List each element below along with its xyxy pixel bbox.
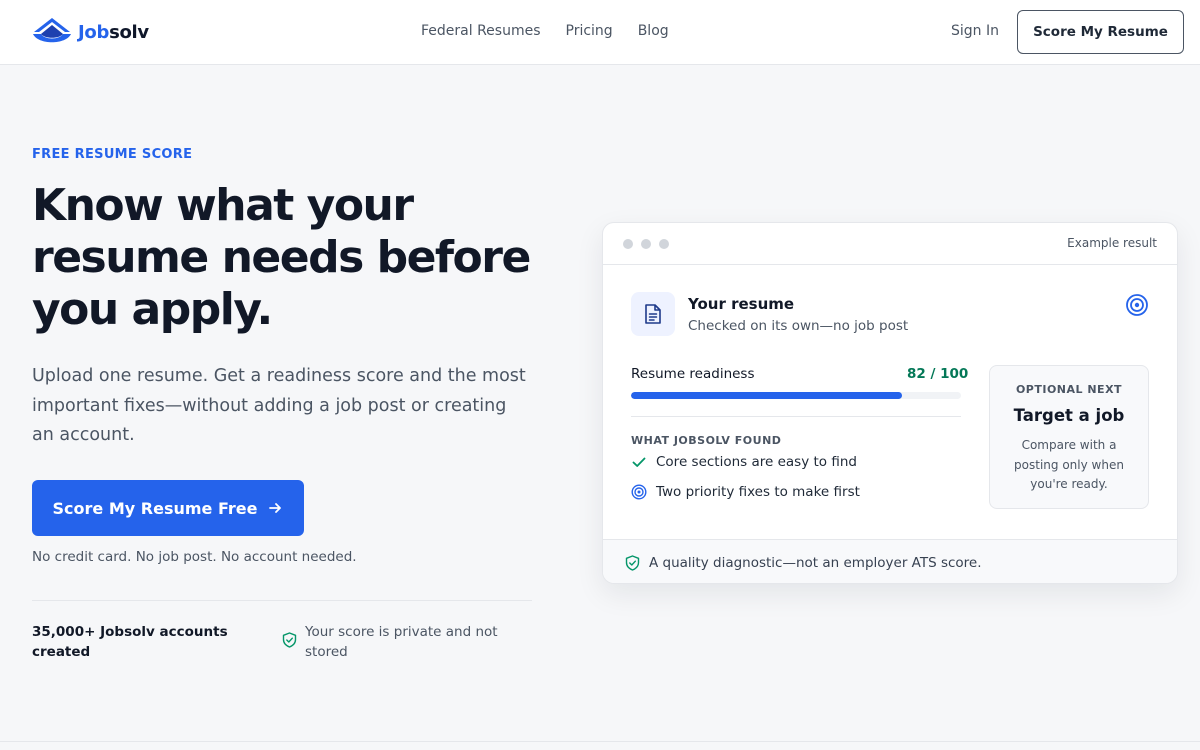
cta-label: Score My Resume Free xyxy=(52,498,258,518)
logo-link[interactable]: Jobsolv xyxy=(32,17,149,47)
card-footer-text: A quality diagnostic—not an employer ATS… xyxy=(649,554,982,571)
hero-eyebrow: FREE RESUME SCORE xyxy=(32,147,193,162)
card-top-bar: Example result xyxy=(603,223,1177,265)
shield-check-icon xyxy=(282,632,297,662)
nav-link-federal-resumes[interactable]: Federal Resumes xyxy=(421,23,541,39)
headline-line-3: you apply. xyxy=(32,284,273,335)
card-footer: A quality diagnostic—not an employer ATS… xyxy=(603,539,1177,583)
logo-wordmark-job: Job xyxy=(78,21,110,43)
readiness-score: 82 / 100 xyxy=(907,366,969,382)
hero-divider xyxy=(32,600,532,601)
header-score-resume-button[interactable]: Score My Resume xyxy=(1017,10,1184,54)
target-job-panel: OPTIONAL NEXT Target a job Compare with … xyxy=(989,365,1149,509)
findings-label: WHAT JOBSOLV FOUND xyxy=(631,434,782,447)
logo-wordmark-solv: solv xyxy=(109,21,149,43)
site-header: Jobsolv Federal Resumes Pricing Blog Sig… xyxy=(0,0,1200,65)
target-job-title: Target a job xyxy=(1013,406,1125,425)
optional-next-label: OPTIONAL NEXT xyxy=(1015,383,1123,396)
score-resume-free-button[interactable]: Score My Resume Free xyxy=(32,480,304,536)
target-icon xyxy=(1125,293,1149,321)
nav-link-pricing[interactable]: Pricing xyxy=(566,23,613,39)
finding-item: Core sections are easy to find xyxy=(631,454,857,470)
example-result-card: Example result Your resume Checked on it… xyxy=(602,222,1178,584)
main-nav: Federal Resumes Pricing Blog xyxy=(421,23,694,39)
finding-text: Two priority fixes to make first xyxy=(656,484,860,500)
shield-check-icon xyxy=(625,554,640,571)
example-result-label: Example result xyxy=(1067,236,1157,250)
readiness-label: Resume readiness xyxy=(631,366,755,382)
hero-headline: Know what your resume needs before you a… xyxy=(32,180,552,336)
nav-link-blog[interactable]: Blog xyxy=(638,23,669,39)
sign-in-link[interactable]: Sign In xyxy=(951,23,999,39)
jobsolv-logo-icon xyxy=(33,18,71,43)
card-subtitle: Checked on its own—no job post xyxy=(688,318,909,334)
privacy-note: Your score is private and not stored xyxy=(282,622,532,662)
window-dot xyxy=(623,239,633,249)
section-divider xyxy=(0,741,1200,742)
card-title: Your resume xyxy=(688,295,795,313)
target-job-description: Compare with a posting only when you're … xyxy=(1014,438,1124,491)
target-icon xyxy=(631,484,648,500)
window-dot xyxy=(659,239,669,249)
document-icon xyxy=(631,292,675,336)
check-icon xyxy=(631,454,648,470)
hero-subtext: Upload one resume. Get a readiness score… xyxy=(32,366,526,445)
readiness-progress-bar xyxy=(631,392,961,399)
finding-item: Two priority fixes to make first xyxy=(631,484,860,500)
accounts-stat: 35,000+ Jobsolv accounts created xyxy=(32,624,228,660)
logo-wordmark: Jobsolv xyxy=(78,22,149,43)
privacy-text: Your score is private and not stored xyxy=(305,624,498,660)
arrow-right-icon xyxy=(267,500,283,516)
headline-line-2: resume needs before xyxy=(32,232,531,283)
readiness-progress-fill xyxy=(631,392,902,399)
headline-line-1: Know what your xyxy=(32,180,414,231)
cta-note: No credit card. No job post. No account … xyxy=(32,549,357,565)
card-divider xyxy=(631,416,961,417)
window-dot xyxy=(641,239,651,249)
finding-text: Core sections are easy to find xyxy=(656,454,857,470)
